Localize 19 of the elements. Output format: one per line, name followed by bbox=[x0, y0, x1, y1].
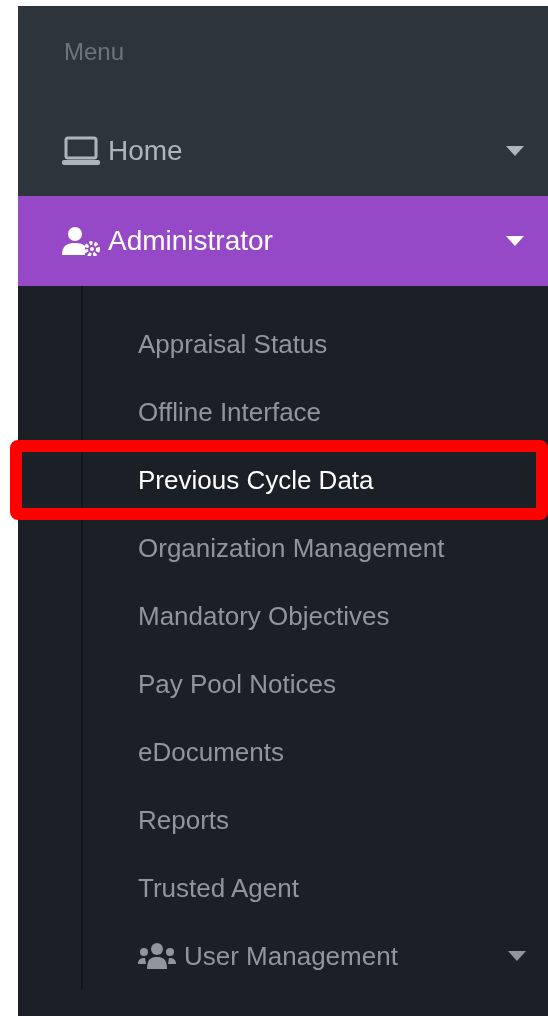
submenu-item[interactable]: User Management bbox=[83, 922, 548, 990]
caret-icon bbox=[506, 236, 524, 246]
submenu-item[interactable]: Offline Interface bbox=[83, 378, 548, 446]
submenu-item[interactable]: Organization Management bbox=[83, 514, 548, 582]
submenu-item[interactable]: Previous Cycle Data bbox=[83, 446, 548, 514]
caret-icon bbox=[506, 146, 524, 156]
submenu-item[interactable]: eDocuments bbox=[83, 718, 548, 786]
submenu-item[interactable]: Mandatory Objectives bbox=[83, 582, 548, 650]
submenu-item[interactable]: Pay Pool Notices bbox=[83, 650, 548, 718]
menu-item[interactable]: Administrator bbox=[18, 196, 548, 286]
menu-heading: Menu bbox=[64, 37, 125, 67]
user-gear-icon bbox=[62, 226, 100, 256]
caret-icon bbox=[508, 951, 526, 961]
submenu-item[interactable]: Reports bbox=[83, 786, 548, 854]
submenu-item[interactable]: Appraisal Status bbox=[83, 310, 548, 378]
submenu-item[interactable]: Trusted Agent bbox=[83, 854, 548, 922]
users-icon bbox=[138, 942, 176, 970]
menu-item[interactable]: Home bbox=[18, 106, 548, 196]
laptop-icon bbox=[62, 136, 100, 166]
